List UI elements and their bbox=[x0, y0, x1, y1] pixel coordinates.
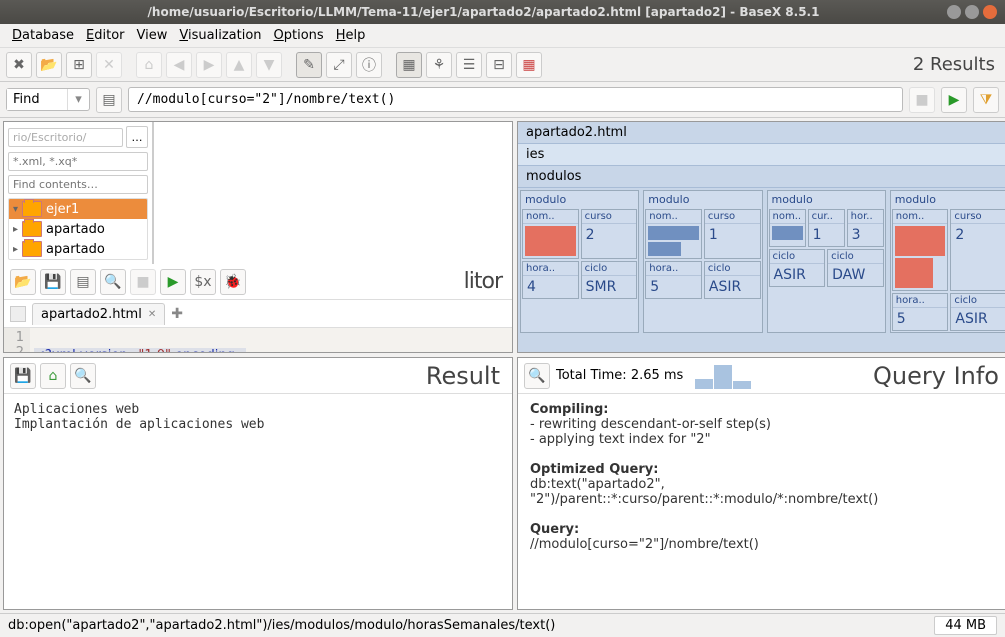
close-tab-icon[interactable]: ✕ bbox=[148, 309, 156, 320]
run-query-icon[interactable]: ▶ bbox=[941, 87, 967, 113]
qinfo-body[interactable]: Compiling: - rewriting descendant-or-sel… bbox=[518, 394, 1005, 609]
code-editor[interactable]: 12345 <?xml version="1.0" encoding= "UTF… bbox=[4, 328, 512, 353]
close-db-icon[interactable]: ✕ bbox=[96, 52, 122, 78]
editor-tab[interactable]: apartado2.html ✕ bbox=[32, 303, 165, 325]
grid-icon[interactable]: ⊞ bbox=[66, 52, 92, 78]
expand-icon[interactable]: ▸ bbox=[13, 244, 18, 255]
status-bar: db:open("apartado2","apartado2.html")/ie… bbox=[0, 613, 1005, 637]
editor-title: litor bbox=[250, 269, 506, 294]
view-table-icon[interactable]: ▦ bbox=[396, 52, 422, 78]
tree-item[interactable]: ▸ apartado bbox=[9, 239, 147, 259]
memory-usage: 44 MB bbox=[934, 616, 997, 635]
search-qinfo-icon[interactable]: 🔍 bbox=[524, 363, 550, 389]
chevron-down-icon[interactable]: ▾ bbox=[67, 89, 89, 110]
new-db-icon[interactable]: ✖ bbox=[6, 52, 32, 78]
results-count: 2 Results bbox=[913, 54, 999, 75]
menu-database[interactable]: Database bbox=[6, 26, 80, 45]
menu-visualization[interactable]: Visualization bbox=[173, 26, 267, 45]
view-list-icon[interactable]: ☰ bbox=[456, 52, 482, 78]
search-icon[interactable]: 🔍 bbox=[100, 269, 126, 295]
down-icon[interactable]: ▼ bbox=[256, 52, 282, 78]
menu-options[interactable]: Options bbox=[268, 26, 330, 45]
vars-icon[interactable]: $x bbox=[190, 269, 216, 295]
menu-view[interactable]: View bbox=[131, 26, 174, 45]
menu-help[interactable]: Help bbox=[330, 26, 372, 45]
expand-icon[interactable]: ▸ bbox=[13, 224, 18, 235]
window-minimize[interactable] bbox=[947, 5, 961, 19]
path-display: rio/Escritorio/ bbox=[8, 128, 123, 147]
query-info-panel: 🔍 Total Time: 2.65 ms Query Info Compili… bbox=[517, 357, 1005, 610]
path-more-button[interactable]: … bbox=[126, 126, 148, 148]
menubar: Database Editor View Visualization Optio… bbox=[0, 24, 1005, 48]
file-icon bbox=[10, 306, 26, 322]
search-result-icon[interactable]: 🔍 bbox=[70, 363, 96, 389]
tree-item-ejer1[interactable]: ▾ ejer1 bbox=[9, 199, 147, 219]
viz-file[interactable]: apartado2.html bbox=[518, 122, 1005, 144]
save-result-icon[interactable]: 💾 bbox=[10, 363, 36, 389]
find-input[interactable] bbox=[7, 89, 67, 110]
menu-editor[interactable]: Editor bbox=[80, 26, 130, 45]
debug-icon[interactable]: 🐞 bbox=[220, 269, 246, 295]
tree-item[interactable]: ▸ apartado bbox=[9, 219, 147, 239]
timing-chart-icon bbox=[695, 363, 751, 389]
history-icon[interactable]: ▤ bbox=[70, 269, 96, 295]
open-icon[interactable]: 📂 bbox=[36, 52, 62, 78]
gutter: 12345 bbox=[4, 328, 30, 353]
save-icon[interactable]: 💾 bbox=[40, 269, 66, 295]
query-bar: ▾ ▤ ■ ▶ ⧩ bbox=[0, 82, 1005, 118]
editor-toolbar: 📂 💾 ▤ 🔍 ■ ▶ $x 🐞 litor bbox=[4, 264, 512, 300]
result-body[interactable]: Aplicaciones web Implantación de aplicac… bbox=[4, 394, 512, 609]
editor-panel: rio/Escritorio/ … ▾ ejer1 ▸ apartado ▸ bbox=[3, 121, 513, 353]
viz-root[interactable]: ies bbox=[518, 144, 1005, 166]
stop-icon[interactable]: ■ bbox=[130, 269, 156, 295]
edit-icon[interactable]: ✎ bbox=[296, 52, 322, 78]
total-time: Total Time: 2.65 ms bbox=[556, 368, 683, 383]
doc-icon[interactable]: ▤ bbox=[96, 87, 122, 113]
result-title: Result bbox=[100, 362, 506, 390]
find-contents-input[interactable] bbox=[8, 175, 148, 194]
qinfo-title: Query Info bbox=[873, 362, 1005, 390]
filter-icon[interactable]: ⧩ bbox=[973, 87, 999, 113]
visualization-panel[interactable]: apartado2.html ies modulos modulo nom.. … bbox=[517, 121, 1005, 353]
file-tree[interactable]: ▾ ejer1 ▸ apartado ▸ apartado bbox=[8, 198, 148, 260]
window-maximize[interactable] bbox=[965, 5, 979, 19]
status-path: db:open("apartado2","apartado2.html")/ie… bbox=[8, 618, 555, 633]
stop-query-icon[interactable]: ■ bbox=[909, 87, 935, 113]
window-title: /home/usuario/Escritorio/LLMM/Tema-11/ej… bbox=[24, 5, 943, 19]
forward-icon[interactable]: ▶ bbox=[196, 52, 222, 78]
titlebar: /home/usuario/Escritorio/LLMM/Tema-11/ej… bbox=[0, 0, 1005, 24]
query-input[interactable] bbox=[128, 87, 903, 112]
tab-label: apartado2.html bbox=[41, 307, 142, 322]
add-tab-icon[interactable]: ✚ bbox=[171, 306, 183, 322]
viz-container[interactable]: modulos bbox=[518, 166, 1005, 188]
expand-icon[interactable]: ⤢ bbox=[326, 52, 352, 78]
folder-icon bbox=[22, 201, 42, 217]
viz-modulo-2[interactable]: modulo nom.. curso1 hora..5 cicloASIR bbox=[643, 190, 762, 333]
info-icon[interactable]: ⓘ bbox=[356, 52, 382, 78]
result-panel: 💾 ⌂ 🔍 Result Aplicaciones web Implantaci… bbox=[3, 357, 513, 610]
home-icon[interactable]: ⌂ bbox=[136, 52, 162, 78]
up-icon[interactable]: ▲ bbox=[226, 52, 252, 78]
back-icon[interactable]: ◀ bbox=[166, 52, 192, 78]
viz-modulo-1[interactable]: modulo nom.. curso2 hora..4 cicloSMR bbox=[520, 190, 639, 333]
file-navigator: rio/Escritorio/ … ▾ ejer1 ▸ apartado ▸ bbox=[4, 122, 154, 264]
open-file-icon[interactable]: 📂 bbox=[10, 269, 36, 295]
folder-icon bbox=[22, 241, 42, 257]
expand-icon[interactable]: ▾ bbox=[13, 204, 18, 215]
folder-icon bbox=[22, 221, 42, 237]
view-plot-icon[interactable]: ⊟ bbox=[486, 52, 512, 78]
view-map-icon[interactable]: ▦ bbox=[516, 52, 542, 78]
viz-modulo-4[interactable]: modulo nom.. curso2 hora..5 cicloASIR bbox=[890, 190, 1005, 333]
editor-tabs: apartado2.html ✕ ✚ bbox=[4, 300, 512, 328]
find-combo[interactable]: ▾ bbox=[6, 88, 90, 111]
main-toolbar: ✖ 📂 ⊞ ✕ ⌂ ◀ ▶ ▲ ▼ ✎ ⤢ ⓘ ▦ ⚘ ☰ ⊟ ▦ 2 Resu… bbox=[0, 48, 1005, 82]
file-filter-input[interactable] bbox=[8, 152, 148, 171]
home-result-icon[interactable]: ⌂ bbox=[40, 363, 66, 389]
run-icon[interactable]: ▶ bbox=[160, 269, 186, 295]
window-close[interactable] bbox=[983, 5, 997, 19]
viz-modulo-3[interactable]: modulo nom.. cur..1 hor..3 cicloASIR cic… bbox=[767, 190, 886, 333]
view-tree-icon[interactable]: ⚘ bbox=[426, 52, 452, 78]
